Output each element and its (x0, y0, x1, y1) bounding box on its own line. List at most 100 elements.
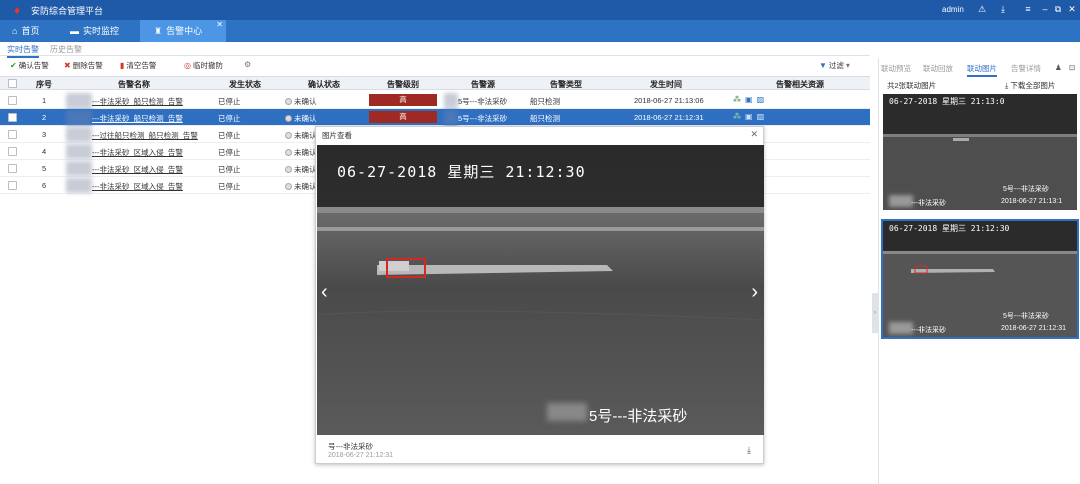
tab-realtime-alarm[interactable]: 实时告警 (7, 44, 39, 58)
image-icon[interactable]: ▨ (757, 112, 765, 121)
row-confirm: 未确认 (294, 148, 317, 157)
header-type[interactable]: 告警类型 (526, 79, 606, 90)
row-no: 2 (42, 113, 47, 122)
user-icon[interactable]: ♟ (1055, 63, 1062, 72)
home-icon: ⌂ (12, 26, 18, 36)
tab-link-images[interactable]: 联动图片 (967, 63, 997, 77)
row-time: 2018-06-27 21:13:06 (634, 96, 704, 105)
temp-disarm-button[interactable]: ◎ 临时撤防 (184, 60, 223, 71)
nav-tab-alarm-center[interactable]: ♜ 告警中心 ✕ (140, 20, 226, 42)
unconfirmed-icon (285, 115, 292, 122)
row-confirm: 未确认 (294, 97, 317, 106)
row-state: 已停止 (218, 131, 241, 140)
row-name-link[interactable]: ---非法采砂_区域入侵_告警 (92, 181, 183, 192)
close-icon[interactable]: ✕ (750, 129, 758, 140)
check-icon: ✔ (10, 61, 17, 70)
link-preview-icon[interactable]: ⁂ (733, 112, 741, 121)
row-checkbox[interactable] (8, 164, 17, 173)
lock-icon[interactable]: ⊡ (1069, 63, 1075, 72)
thumb-datetime: 06-27-2018 星期三 21:13:0 (889, 97, 1005, 106)
image-count: 共2张联动图片 (887, 81, 937, 90)
row-state: 已停止 (218, 165, 241, 174)
video-icon[interactable]: ▣ (745, 95, 753, 104)
header-state[interactable]: 发生状态 (212, 79, 278, 90)
clear-alarm-button[interactable]: ▮ 清空告警 (120, 60, 156, 71)
tab-alarm-detail[interactable]: 告警详情 (1011, 63, 1041, 74)
tab-history-alarm[interactable]: 历史告警 (50, 44, 82, 55)
image-viewer-dialog: 图片查看 ✕ 06-27-2018 星期三 21:12:30 5号---非法采砂… (315, 126, 764, 464)
table-row[interactable]: 2 ---非法采砂_船只检测_告警 已停止 未确认 高 5号---非法采砂 船只… (0, 109, 870, 126)
row-checkbox[interactable] (8, 181, 17, 190)
row-name-link[interactable]: ---过往船只检测_船只检测_告警 (92, 130, 198, 141)
download-icon[interactable]: ⤓ (747, 445, 751, 456)
header-name[interactable]: 告警名称 (64, 79, 204, 90)
alarm-snapshot: 06-27-2018 星期三 21:12:30 5号---非法采砂 ‹ › (317, 145, 764, 435)
prev-image-icon[interactable]: ‹ (321, 281, 328, 304)
filter-label: 过滤 (828, 61, 844, 70)
row-confirm: 未确认 (294, 131, 317, 140)
tab-link-preview[interactable]: 联动预览 (881, 63, 911, 74)
linkage-thumbnail[interactable]: 06-27-2018 星期三 21:13:0 5号---非法采砂 ---非法采砂… (881, 92, 1079, 212)
settings-icon[interactable]: ⚙ (244, 60, 251, 69)
row-checkbox[interactable] (8, 147, 17, 156)
level-badge: 高 (369, 94, 437, 106)
nav-tab-live[interactable]: ▬ 实时监控 (58, 20, 140, 42)
delete-label: 删除告警 (72, 61, 103, 70)
close-tab-icon[interactable]: ✕ (216, 20, 223, 30)
row-type: 船只检测 (530, 114, 560, 123)
row-name-link[interactable]: ---非法采砂_船只检测_告警 (92, 96, 183, 107)
row-checkbox[interactable] (8, 96, 17, 105)
video-icon[interactable]: ▣ (745, 112, 753, 121)
redacted-region (66, 144, 92, 159)
row-name-link[interactable]: ---非法采砂_船只检测_告警 (92, 113, 183, 124)
header-resources[interactable]: 告警相关资源 (730, 79, 870, 90)
menu-icon[interactable]: ≡ (1022, 3, 1034, 16)
header-confirm[interactable]: 确认状态 (284, 79, 364, 90)
thumb-time: 2018-06-27 21:13:1 (1001, 198, 1063, 205)
row-state: 已停止 (218, 182, 241, 191)
table-row[interactable]: 1 ---非法采砂_船只检测_告警 已停止 未确认 高 5号---非法采砂 船只… (0, 92, 870, 109)
user-name[interactable]: admin (942, 5, 964, 14)
tab-link-playback[interactable]: 联动回放 (923, 63, 953, 74)
delete-alarm-button[interactable]: ✖ 删除告警 (64, 60, 103, 71)
download-icon[interactable]: ⤓ (997, 3, 1009, 16)
close-window-icon[interactable]: ✕ (1066, 3, 1078, 16)
table-header: 序号 告警名称 发生状态 确认状态 告警级别 告警源 告警类型 发生时间 告警相… (0, 76, 870, 90)
select-all-checkbox[interactable] (8, 79, 17, 88)
confirm-alarm-button[interactable]: ✔ 确认告警 (10, 60, 49, 71)
warning-icon[interactable]: ⚠ (976, 3, 988, 16)
redacted-region (66, 178, 92, 193)
nav-tab-label: 首页 (21, 26, 40, 36)
link-preview-icon[interactable]: ⁂ (733, 95, 741, 104)
row-checkbox[interactable] (8, 113, 17, 122)
minimize-icon[interactable]: – (1039, 3, 1051, 16)
next-image-icon[interactable]: › (751, 281, 758, 304)
row-name-link[interactable]: ---非法采砂_区域入侵_告警 (92, 147, 183, 158)
row-checkbox[interactable] (8, 130, 17, 139)
row-type: 船只检测 (530, 97, 560, 106)
header-no[interactable]: 序号 (24, 79, 64, 90)
row-no: 4 (42, 147, 47, 156)
row-no: 3 (42, 130, 47, 139)
nav-tab-home[interactable]: ⌂ 首页 (0, 20, 58, 42)
header-level[interactable]: 告警级别 (366, 79, 440, 90)
redacted-region (66, 161, 92, 176)
row-confirm: 未确认 (294, 114, 317, 123)
filter-icon: ▼ (819, 61, 827, 70)
download-all-button[interactable]: ⤓ 下载全部图片 (1005, 80, 1055, 91)
redacted-region (66, 93, 92, 108)
linkage-thumbnail[interactable]: 06-27-2018 星期三 21:12:30 5号---非法采砂 ---非法采… (881, 219, 1079, 339)
header-source[interactable]: 告警源 (444, 79, 522, 90)
camera-icon: ▬ (70, 26, 79, 36)
header-time[interactable]: 发生时间 (610, 79, 722, 90)
nav-tab-label: 实时监控 (83, 26, 120, 36)
restore-icon[interactable]: ⧉ (1052, 3, 1064, 16)
unconfirmed-icon (285, 132, 292, 139)
app-title: 安防综合管理平台 (31, 6, 104, 16)
filter-button[interactable]: ▼ 过滤 ▾ (819, 60, 850, 71)
row-name-link[interactable]: ---非法采砂_区域入侵_告警 (92, 164, 183, 175)
snapshot-image (317, 145, 764, 435)
image-icon[interactable]: ▨ (757, 95, 765, 104)
thumb-name: ---非法采砂 (911, 200, 946, 207)
dialog-title: 图片查看 (322, 131, 352, 140)
